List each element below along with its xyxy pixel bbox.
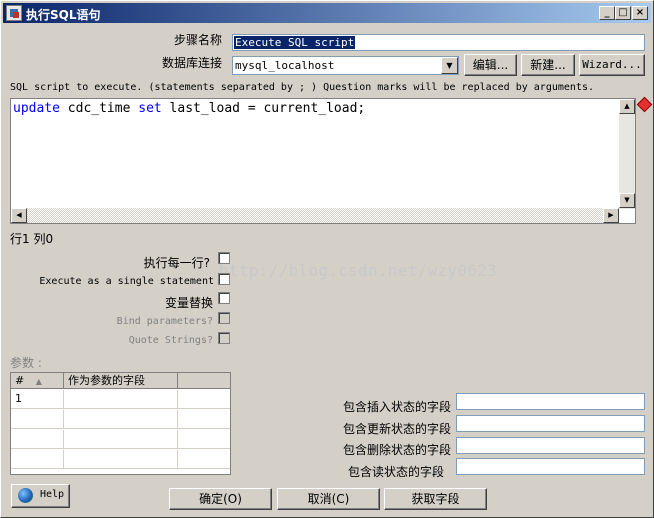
table-cell-index[interactable]: 1 — [11, 390, 64, 409]
connection-value: mysql_localhost — [235, 59, 335, 72]
scroll-down-icon[interactable]: ▼ — [619, 193, 635, 208]
params-table[interactable]: # ▲ 作为参数的字段 1 — [10, 372, 231, 475]
title-bar: 执行SQL语句 _ □ × — [3, 3, 651, 23]
sql-hint: SQL script to execute. (statements separ… — [10, 82, 594, 93]
scroll-up-icon[interactable]: ▲ — [619, 99, 635, 114]
table-row — [11, 430, 230, 449]
column-header-index[interactable]: # ▲ — [11, 373, 64, 389]
step-name-input[interactable]: Execute SQL script — [232, 34, 645, 51]
dialog-window: 执行SQL语句 _ □ × 步骤名称 Execute SQL script 数据… — [0, 0, 654, 518]
read-status-label: 包含读状态的字段 — [347, 465, 444, 479]
sql-text: cdc_time — [59, 101, 139, 116]
insert-status-input[interactable] — [456, 393, 645, 410]
globe-icon — [18, 488, 33, 503]
single-statement-label: Execute as a single statement — [39, 276, 214, 287]
wizard-button[interactable]: Wizard... — [579, 54, 645, 76]
table-row — [11, 410, 230, 429]
bind-parameters-label: Bind parameters? — [116, 316, 213, 327]
new-connection-button[interactable]: 新建... — [521, 54, 575, 76]
cancel-button[interactable]: 取消(C) — [277, 488, 380, 510]
sql-keyword: set — [138, 101, 162, 116]
table-row — [11, 450, 230, 469]
step-name-label: 步骤名称 — [173, 33, 222, 47]
column-header-field[interactable]: 作为参数的字段 — [64, 373, 178, 389]
help-button[interactable]: Help — [11, 484, 70, 508]
window-title: 执行SQL语句 — [26, 8, 101, 22]
execute-each-row-checkbox[interactable] — [218, 252, 230, 264]
step-name-value: Execute SQL script — [234, 36, 356, 49]
bind-parameters-checkbox — [218, 312, 230, 324]
minimize-button[interactable]: _ — [599, 6, 615, 20]
quote-strings-checkbox — [218, 332, 230, 344]
help-label: Help — [40, 489, 65, 500]
chevron-down-icon[interactable]: ▼ — [441, 57, 458, 74]
maximize-button[interactable]: □ — [615, 6, 631, 20]
sql-keyword: update — [13, 101, 60, 116]
column-header-index-label: # — [15, 374, 25, 387]
sql-code: update cdc_time set last_load = current_… — [13, 101, 365, 116]
connection-select[interactable]: mysql_localhost ▼ — [232, 56, 459, 75]
table-cell-field[interactable] — [64, 390, 178, 409]
ok-button[interactable]: 确定(O) — [169, 488, 272, 510]
edit-connection-button[interactable]: 编辑... — [464, 54, 517, 76]
watermark: http://blog.csdn.net/wzy0623 — [219, 261, 498, 280]
scroll-right-icon[interactable]: ▶ — [603, 208, 619, 223]
delete-status-input[interactable] — [456, 437, 645, 454]
insert-status-label: 包含插入状态的字段 — [342, 400, 451, 414]
column-header-empty — [178, 373, 230, 389]
horizontal-scrollbar[interactable]: ◀ ▶ — [11, 208, 619, 223]
single-statement-checkbox[interactable] — [218, 273, 230, 285]
vertical-scrollbar[interactable]: ▲ ▼ — [619, 99, 635, 209]
cursor-position: 行1 列0 — [10, 232, 54, 246]
update-status-label: 包含更新状态的字段 — [342, 422, 451, 436]
table-row[interactable]: 1 — [11, 390, 230, 409]
close-button[interactable]: × — [632, 6, 648, 20]
sql-editor[interactable]: update cdc_time set last_load = current_… — [10, 98, 636, 224]
sql-text: last_load = current_load; — [161, 101, 366, 116]
read-status-input[interactable] — [456, 458, 645, 475]
connection-label: 数据库连接 — [161, 56, 222, 70]
delete-status-label: 包含删除状态的字段 — [342, 443, 451, 457]
variable-substitution-label: 变量替换 — [164, 296, 213, 310]
variable-diamond-icon[interactable] — [636, 96, 653, 113]
get-fields-button[interactable]: 获取字段 — [384, 488, 487, 510]
app-icon — [6, 5, 22, 21]
quote-strings-label: Quote Strings? — [128, 335, 213, 346]
update-status-input[interactable] — [456, 415, 645, 432]
sort-up-icon: ▲ — [35, 377, 42, 386]
scroll-left-icon[interactable]: ◀ — [11, 208, 27, 223]
variable-substitution-checkbox[interactable] — [218, 292, 230, 304]
params-label: 参数 : — [10, 356, 42, 370]
execute-each-row-label: 执行每一行? — [143, 256, 210, 270]
